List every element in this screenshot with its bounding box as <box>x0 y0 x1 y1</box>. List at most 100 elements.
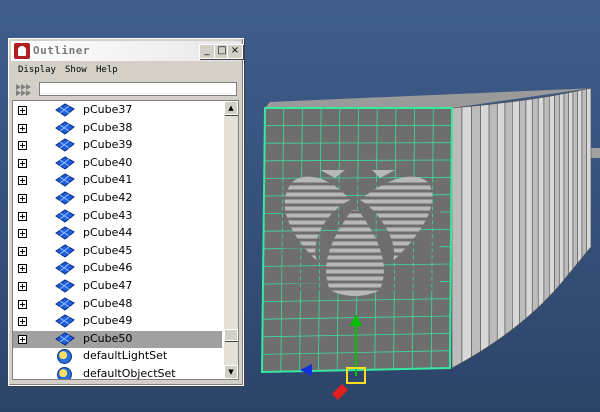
card-edge <box>512 100 520 331</box>
card-edge <box>572 90 578 270</box>
card-edge <box>543 95 550 303</box>
outliner-item[interactable]: pCube44 <box>13 225 222 243</box>
card-edge <box>563 92 569 281</box>
mesh-cube-icon <box>55 332 75 346</box>
outliner-item-label: pCube42 <box>83 191 133 204</box>
card-edge <box>531 97 539 314</box>
expand-plus-icon[interactable] <box>18 106 27 115</box>
card-edge <box>496 102 506 342</box>
expand-plus-icon[interactable] <box>18 176 27 186</box>
outliner-item-label: pCube50 <box>83 331 133 345</box>
maya-app-icon <box>14 43 30 59</box>
card-edge <box>488 103 498 347</box>
outliner-item-label: pCube44 <box>83 226 133 240</box>
card-edge <box>504 101 513 336</box>
card-edge <box>471 104 481 358</box>
scrollbar-thumb[interactable] <box>224 329 238 342</box>
outliner-item[interactable]: pCube41 <box>13 172 222 190</box>
window-title: Outliner <box>33 44 90 57</box>
outliner-item-label: pCube48 <box>83 296 133 310</box>
expand-plus-icon[interactable] <box>18 158 27 168</box>
expand-plus-icon[interactable] <box>18 299 27 309</box>
expand-plus-icon[interactable] <box>18 229 27 239</box>
expand-plus-icon[interactable] <box>18 211 27 221</box>
card-edge <box>549 95 555 298</box>
mesh-cube-icon <box>55 173 75 188</box>
outliner-item[interactable]: pCube42 <box>13 190 222 208</box>
card-edge <box>451 106 463 369</box>
menu-help[interactable]: Help <box>96 65 118 75</box>
card-edge <box>525 98 533 320</box>
mesh-cube-icon <box>55 121 75 135</box>
outliner-item-label: defaultObjectSet <box>83 367 176 380</box>
outliner-item-label: pCube38 <box>83 120 133 134</box>
object-set-icon <box>57 367 72 379</box>
outliner-item[interactable]: pCube48 <box>13 296 222 314</box>
card-edge <box>519 99 527 325</box>
close-button[interactable]: × <box>227 44 243 59</box>
outliner-item[interactable]: pCube37 <box>13 102 222 120</box>
expand-plus-icon[interactable] <box>18 246 27 256</box>
outliner-item-label: pCube46 <box>83 261 133 275</box>
outliner-item[interactable]: pCube38 <box>13 120 222 138</box>
outliner-item[interactable]: pCube47 <box>13 278 222 296</box>
wireframe-edge <box>264 142 452 144</box>
z-axis-arrow[interactable] <box>332 384 348 400</box>
outliner-item[interactable]: defaultLightSet <box>13 348 222 366</box>
outliner-item-label: pCube41 <box>83 173 133 187</box>
expand-plus-icon[interactable] <box>18 141 27 151</box>
filter-arrows-icon[interactable] <box>16 84 36 96</box>
card-edge <box>537 96 545 309</box>
outliner-tree[interactable]: pCube37 pCube38 pCube39 pCube40 pCube41 pCube… <box>12 100 239 380</box>
expand-plus-icon[interactable] <box>18 282 27 291</box>
card-edge <box>577 89 583 265</box>
outliner-item[interactable]: pCube46 <box>13 260 222 278</box>
outliner-item[interactable]: pCube39 <box>13 137 222 155</box>
mesh-cube-icon <box>55 261 75 276</box>
mesh-cube-icon <box>55 226 75 240</box>
mesh-cube-icon <box>55 138 75 152</box>
outliner-item-label: defaultLightSet <box>83 349 168 363</box>
minimize-button[interactable]: _ <box>199 44 215 59</box>
outliner-item[interactable]: pCube40 <box>13 155 222 173</box>
expand-plus-icon[interactable] <box>18 194 27 203</box>
outliner-item[interactable]: pCube45 <box>13 243 222 261</box>
outliner-item[interactable]: defaultObjectSet <box>13 366 222 380</box>
scroll-up-arrow-icon[interactable]: ▲ <box>224 101 238 115</box>
outliner-item-label: pCube37 <box>83 103 133 116</box>
menu-show[interactable]: Show <box>65 65 87 75</box>
outliner-item[interactable]: pCube43 <box>13 208 222 226</box>
card-edge <box>554 94 560 292</box>
vertical-scrollbar[interactable]: ▲ ▼ <box>224 101 238 379</box>
expand-plus-icon[interactable] <box>18 264 27 274</box>
mesh-cube-icon <box>55 314 75 328</box>
card-edge <box>559 93 565 287</box>
card-edge <box>480 104 490 353</box>
mesh-cube-icon <box>55 279 75 293</box>
outliner-item-label: pCube47 <box>83 279 133 292</box>
outliner-item-label: pCube45 <box>83 243 133 257</box>
mesh-cube-icon <box>55 156 75 170</box>
card-edge <box>586 87 592 254</box>
expand-plus-icon[interactable] <box>18 317 27 327</box>
mesh-cube-icon <box>55 244 75 258</box>
object-set-icon <box>57 349 72 365</box>
search-input[interactable] <box>39 82 237 96</box>
outliner-item[interactable]: pCube50 <box>13 330 222 349</box>
scroll-down-arrow-icon[interactable]: ▼ <box>224 365 238 379</box>
card-edge <box>581 88 587 259</box>
outliner-item-label: pCube49 <box>83 314 133 328</box>
menu-bar: Display Show Help <box>11 64 241 80</box>
expand-plus-icon[interactable] <box>18 123 27 133</box>
outliner-window[interactable]: Outliner _ □ × Display Show Help pCube37… <box>8 38 244 386</box>
mesh-cube-icon <box>55 297 75 311</box>
expand-plus-icon[interactable] <box>18 334 27 344</box>
outliner-titlebar[interactable]: Outliner _ □ × <box>11 41 243 61</box>
filter-row <box>11 82 241 98</box>
menu-display[interactable]: Display <box>18 65 56 75</box>
mesh-cube-icon <box>55 209 75 223</box>
mesh-cube-icon <box>55 191 75 205</box>
outliner-item-label: pCube40 <box>83 155 133 169</box>
card-edge <box>461 105 472 364</box>
outliner-item[interactable]: pCube49 <box>13 313 222 331</box>
